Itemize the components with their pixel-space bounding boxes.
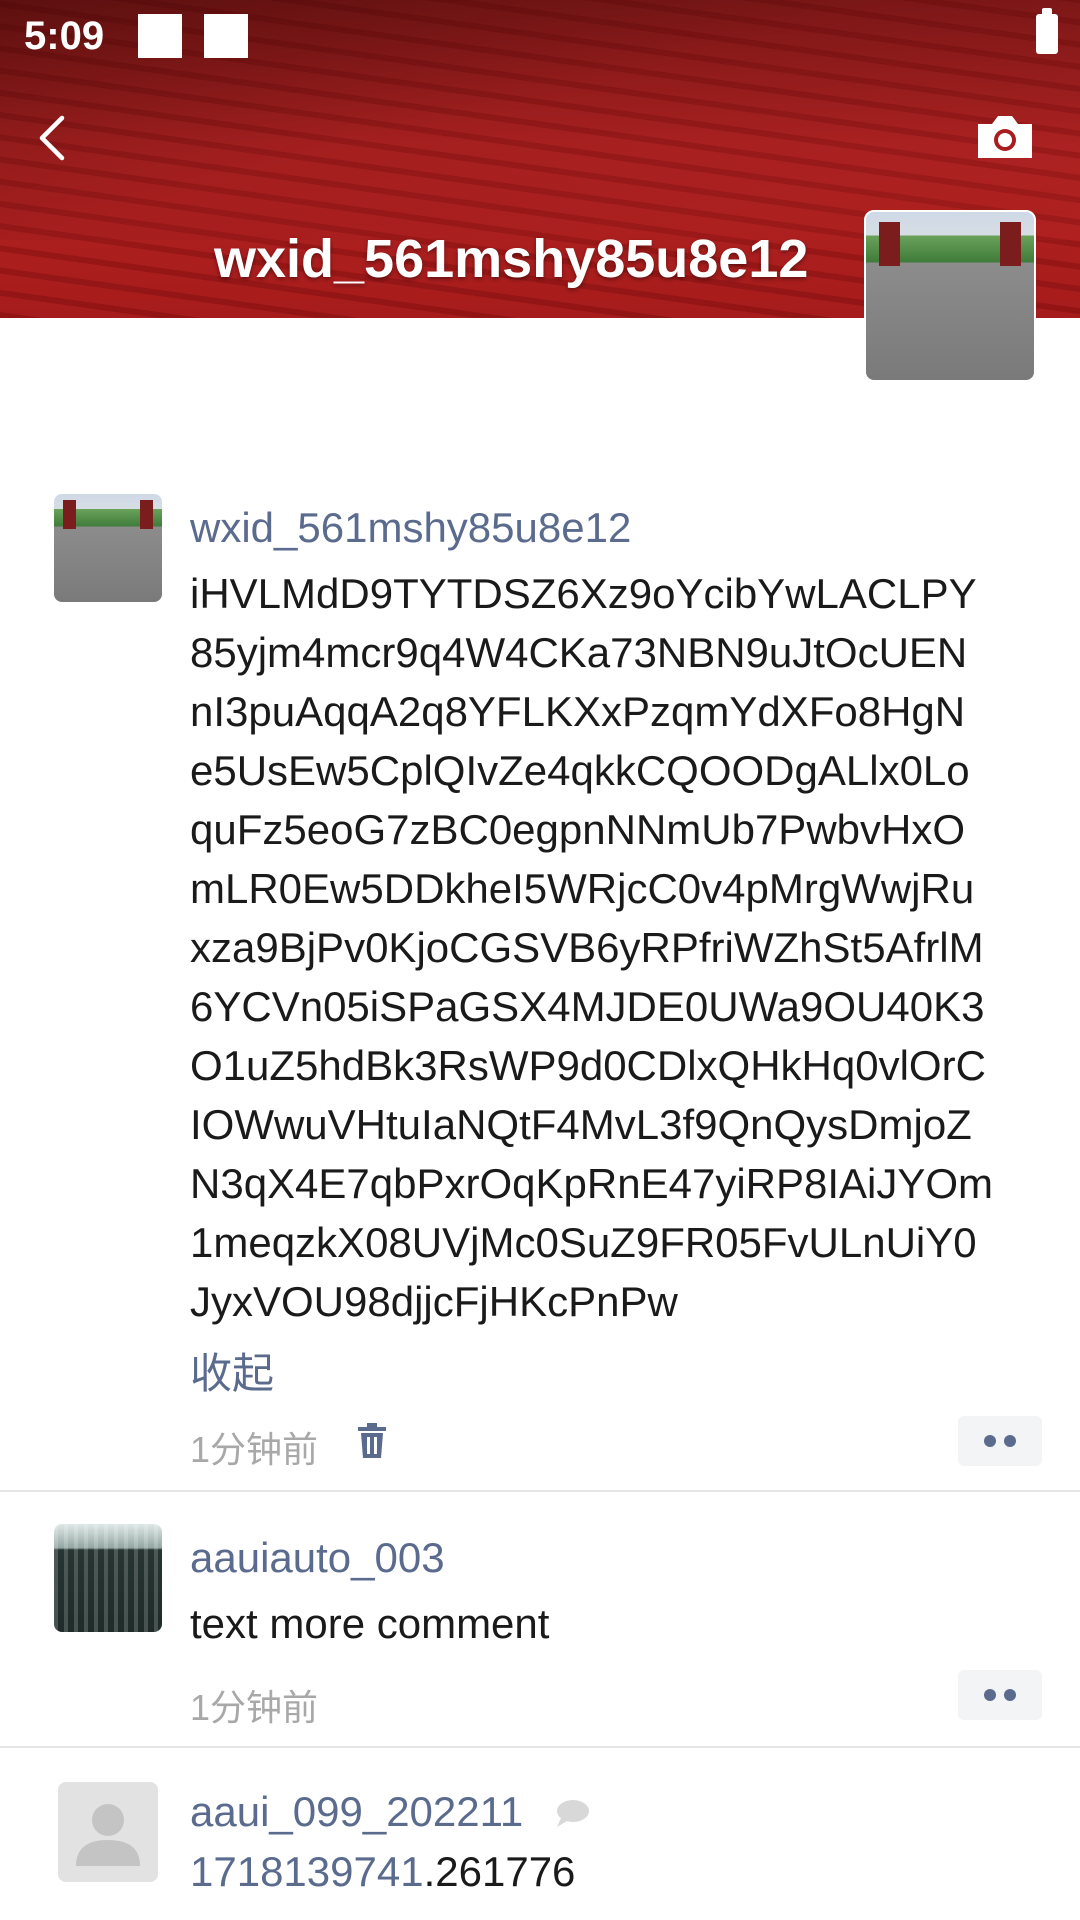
post-text-line: xza9BjPv0KjoCGSVB6yRPfriWZhSt5AfrlM	[190, 924, 984, 971]
post-text-line: 6YCVn05iSPaGSX4MJDE0UWa9OU40K3	[190, 983, 985, 1030]
post-text-line: e5UsEw5CplQIvZe4qkkCQOODgALlx0Lo	[190, 747, 970, 794]
status-bar: 5:09	[0, 0, 1080, 78]
post-author-name[interactable]: aauiauto_003	[190, 1534, 445, 1582]
trash-icon	[358, 1423, 386, 1458]
cover-username: wxid_561mshy85u8e12	[214, 229, 809, 289]
avatar-photo	[54, 494, 162, 602]
user-silhouette-icon	[76, 1804, 140, 1866]
battery-icon	[1036, 8, 1058, 54]
post-author-avatar[interactable]	[58, 1782, 158, 1882]
post-author-name[interactable]: aaui_099_202211	[190, 1788, 591, 1836]
post-text-line: O1uZ5hdBk3RsWP9d0CDlxQHkHq0vlOrC	[190, 1042, 986, 1089]
post-author-name[interactable]: wxid_561mshy85u8e12	[190, 504, 631, 552]
notification-square-icon	[204, 14, 248, 58]
post-suffix-text: .261776	[423, 1848, 576, 1895]
notification-square-icon	[138, 14, 182, 58]
dot-icon	[984, 1435, 996, 1447]
dot-icon	[984, 1689, 996, 1701]
dot-icon	[1004, 1689, 1016, 1701]
post-text-line: IOWwuVHtuIaNQtF4MvL3f9QnQysDmjoZ	[190, 1101, 972, 1148]
camera-icon	[978, 116, 1032, 158]
post-text-line: nI3puAqqA2q8YFLKXxPzqmYdXFo8HgN	[190, 688, 966, 735]
post-text: 1718139741.261776	[190, 1842, 1050, 1901]
post-text-line: quFz5eoG7zBC0egpnNNmUb7PwbvHxO	[190, 806, 966, 853]
more-actions-button[interactable]	[958, 1670, 1042, 1720]
more-actions-button[interactable]	[958, 1416, 1042, 1466]
default-avatar	[58, 1782, 158, 1882]
collapse-link[interactable]: 收起	[190, 1340, 274, 1401]
post-text-line: 1meqzkX08UVjMc0SuZ9FR05FvULnUiY0	[190, 1219, 977, 1266]
post-author-avatar[interactable]	[54, 1524, 162, 1632]
post-author-name-text: aaui_099_202211	[190, 1788, 524, 1835]
delete-button[interactable]	[356, 1422, 388, 1460]
camera-button[interactable]	[974, 112, 1036, 162]
profile-avatar[interactable]	[864, 210, 1036, 382]
back-button[interactable]	[30, 108, 80, 168]
divider	[0, 1490, 1080, 1492]
post-text-line: mLR0Ew5DDkheI5WRjcC0v4pMrgWwjRu	[190, 865, 975, 912]
post-text: text more comment	[190, 1600, 550, 1647]
avatar-photo	[54, 1524, 162, 1632]
post-time: 1分钟前	[190, 1687, 319, 1728]
chevron-left-icon	[39, 115, 65, 161]
post-text: iHVLMdD9TYTDSZ6Xz9oYcibYwLACLPY 85yjm4mc…	[190, 564, 1050, 1331]
post-text-line: iHVLMdD9TYTDSZ6Xz9oYcibYwLACLPY	[190, 570, 977, 617]
comment-bubble-icon	[556, 1800, 589, 1827]
post-text-line: JyxVOU98djjcFjHKcPnPw	[190, 1278, 678, 1325]
post-text-line: 85yjm4mcr9q4W4CKa73NBN9uJtOcUEN	[190, 629, 968, 676]
avatar-photo	[866, 212, 1034, 380]
dot-icon	[1004, 1435, 1016, 1447]
post-link-text[interactable]: 1718139741	[190, 1848, 424, 1895]
post-time: 1分钟前	[190, 1429, 319, 1470]
status-time: 5:09	[24, 14, 105, 58]
post-author-avatar[interactable]	[54, 494, 162, 602]
post-text-line: N3qX4E7qbPxrOqKpRnE47yiRP8IAiJYOm	[190, 1160, 994, 1207]
divider	[0, 1746, 1080, 1748]
